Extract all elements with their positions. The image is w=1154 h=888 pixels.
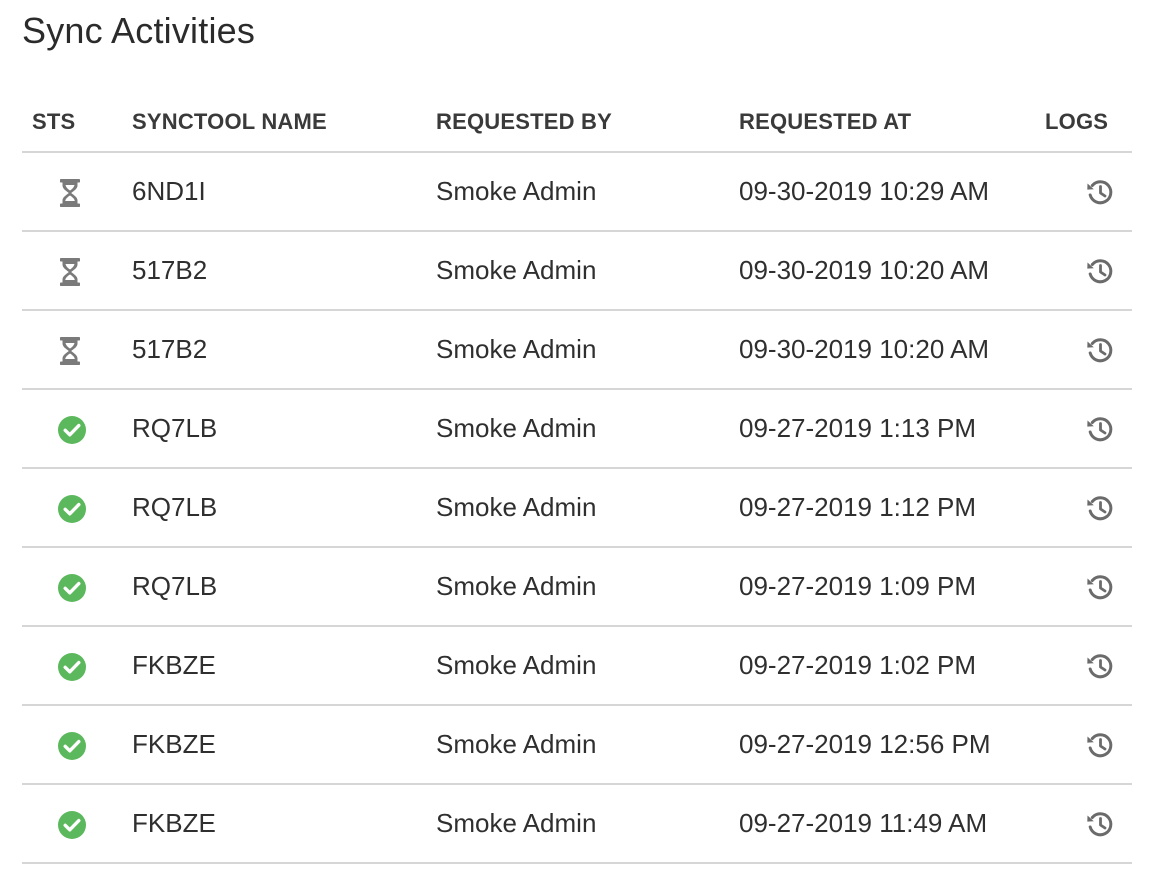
synctool-name-cell: FKBZE — [132, 650, 216, 680]
status-cell — [22, 412, 132, 444]
history-icon[interactable] — [1084, 729, 1116, 761]
requested-at-cell: 09-27-2019 12:56 PM — [739, 729, 991, 759]
requested-by-cell: Smoke Admin — [436, 650, 597, 680]
table-header: STS SYNCTOOL NAME REQUESTED BY REQUESTED… — [22, 92, 1132, 153]
requested-by-cell: Smoke Admin — [436, 255, 597, 285]
table-row[interactable]: 6ND1I Smoke Admin 09-30-2019 10:29 AM — [22, 153, 1132, 232]
synctool-name-cell: FKBZE — [132, 729, 216, 759]
logs-cell — [1042, 254, 1132, 287]
requested-at-cell: 09-30-2019 10:20 AM — [739, 255, 990, 285]
requested-at-cell: 09-30-2019 10:20 AM — [739, 334, 990, 364]
synctool-name-cell: RQ7LB — [132, 571, 218, 601]
status-cell — [22, 175, 132, 207]
status-cell — [22, 491, 132, 523]
history-icon[interactable] — [1084, 650, 1116, 682]
synctool-name-cell: 517B2 — [132, 255, 208, 285]
status-cell — [22, 728, 132, 760]
check-circle-icon — [57, 731, 87, 761]
requested-by-cell: Smoke Admin — [436, 492, 597, 522]
history-icon[interactable] — [1084, 176, 1116, 208]
logs-cell — [1042, 175, 1132, 208]
synctool-name-cell: RQ7LB — [132, 492, 218, 522]
requested-by-cell: Smoke Admin — [436, 176, 597, 206]
synctool-name-cell: RQ7LB — [132, 413, 218, 443]
history-icon[interactable] — [1084, 571, 1116, 603]
table-row[interactable]: 517B2 Smoke Admin 09-30-2019 10:20 AM — [22, 311, 1132, 390]
check-circle-icon — [57, 573, 87, 603]
table-row[interactable]: FKBZE Smoke Admin 09-27-2019 1:02 PM — [22, 627, 1132, 706]
table-row[interactable]: RQ7LB Smoke Admin 09-27-2019 1:13 PM — [22, 390, 1132, 469]
column-header-requested-by[interactable]: REQUESTED BY — [436, 109, 739, 135]
table-row[interactable]: FKBZE Smoke Admin 09-27-2019 12:56 PM — [22, 706, 1132, 785]
requested-by-cell: Smoke Admin — [436, 413, 597, 443]
history-icon[interactable] — [1084, 808, 1116, 840]
requested-at-cell: 09-27-2019 1:02 PM — [739, 650, 977, 680]
requested-at-cell: 09-27-2019 11:49 AM — [739, 808, 988, 838]
check-circle-icon — [57, 652, 87, 682]
hourglass-icon — [57, 178, 83, 208]
status-cell — [22, 333, 132, 365]
logs-cell — [1042, 728, 1132, 761]
column-header-status[interactable]: STS — [22, 109, 132, 135]
requested-at-cell: 09-27-2019 1:09 PM — [739, 571, 977, 601]
logs-cell — [1042, 570, 1132, 603]
requested-by-cell: Smoke Admin — [436, 808, 597, 838]
logs-cell — [1042, 412, 1132, 445]
check-circle-icon — [57, 415, 87, 445]
table-row[interactable]: RQ7LB Smoke Admin 09-27-2019 1:09 PM — [22, 548, 1132, 627]
requested-by-cell: Smoke Admin — [436, 729, 597, 759]
table-row[interactable]: 517B2 Smoke Admin 09-30-2019 10:20 AM — [22, 232, 1132, 311]
logs-cell — [1042, 491, 1132, 524]
synctool-name-cell: 6ND1I — [132, 176, 206, 206]
column-header-requested-at[interactable]: REQUESTED AT — [739, 109, 1042, 135]
logs-cell — [1042, 807, 1132, 840]
page-title: Sync Activities — [22, 10, 256, 51]
status-cell — [22, 649, 132, 681]
status-cell — [22, 570, 132, 602]
requested-at-cell: 09-30-2019 10:29 AM — [739, 176, 990, 206]
column-header-logs: LOGS — [1045, 108, 1109, 134]
hourglass-icon — [57, 257, 83, 287]
history-icon[interactable] — [1084, 492, 1116, 524]
history-icon[interactable] — [1084, 413, 1116, 445]
column-header-synctool-name[interactable]: SYNCTOOL NAME — [132, 109, 436, 135]
sync-activities-table: STS SYNCTOOL NAME REQUESTED BY REQUESTED… — [22, 92, 1132, 864]
logs-cell — [1042, 649, 1132, 682]
requested-at-cell: 09-27-2019 1:12 PM — [739, 492, 977, 522]
check-circle-icon — [57, 810, 87, 840]
synctool-name-cell: 517B2 — [132, 334, 208, 364]
check-circle-icon — [57, 494, 87, 524]
hourglass-icon — [57, 336, 83, 366]
status-cell — [22, 807, 132, 839]
table-row[interactable]: FKBZE Smoke Admin 09-27-2019 11:49 AM — [22, 785, 1132, 864]
synctool-name-cell: FKBZE — [132, 808, 216, 838]
table-body: 6ND1I Smoke Admin 09-30-2019 10:29 AM 517B2… — [22, 153, 1132, 864]
table-row[interactable]: RQ7LB Smoke Admin 09-27-2019 1:12 PM — [22, 469, 1132, 548]
history-icon[interactable] — [1084, 255, 1116, 287]
logs-cell — [1042, 333, 1132, 366]
requested-by-cell: Smoke Admin — [436, 334, 597, 364]
requested-at-cell: 09-27-2019 1:13 PM — [739, 413, 977, 443]
history-icon[interactable] — [1084, 334, 1116, 366]
requested-by-cell: Smoke Admin — [436, 571, 597, 601]
status-cell — [22, 254, 132, 286]
